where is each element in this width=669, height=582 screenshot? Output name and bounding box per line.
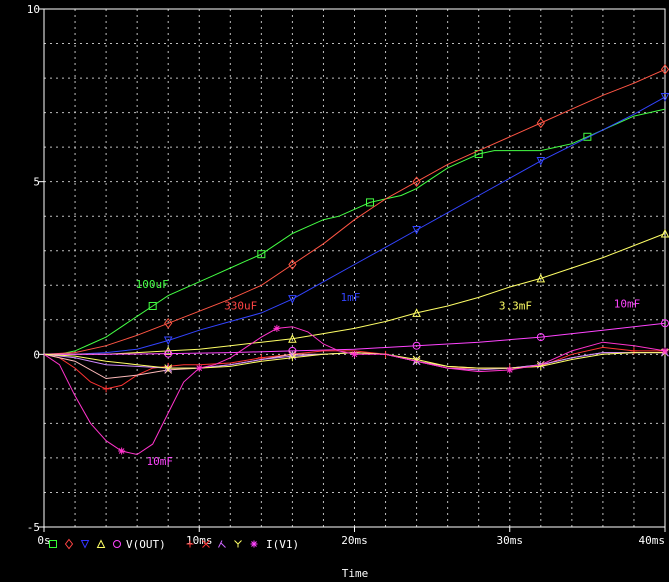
y-tick-label: 0 <box>33 348 40 361</box>
series-annotation: 3.3mF <box>499 299 532 312</box>
x-tick-label: 20ms <box>341 534 368 547</box>
legend-marker <box>250 540 258 548</box>
y-tick-label: -5 <box>27 521 40 534</box>
x-axis-label: Time <box>342 567 369 580</box>
legend-label-iv1: I(V1) <box>266 538 299 551</box>
legend-label-vout: V(OUT) <box>126 538 166 551</box>
series-annotation: 100uF <box>136 278 169 291</box>
series-annotation: 10mF <box>614 298 641 311</box>
data-point-marker <box>506 366 514 374</box>
transient-plot: 0s 10ms 20ms 30ms 40ms-50510 100uF330uF1mF3.… <box>0 0 669 582</box>
data-point-marker <box>118 447 126 455</box>
series-annotation: 330uF <box>224 299 257 312</box>
x-tick-label: 0s <box>37 534 50 547</box>
data-point-marker <box>273 324 281 332</box>
y-tick-label: 10 <box>27 3 40 16</box>
plot-background <box>0 0 669 582</box>
data-point-marker <box>195 364 203 372</box>
y-tick-label: 5 <box>33 176 40 189</box>
x-tick-label: 40ms <box>639 534 666 547</box>
series-annotation: 10mF <box>146 455 173 468</box>
series-annotation: 1mF <box>341 291 361 304</box>
x-tick-label: 30ms <box>497 534 524 547</box>
data-point-marker <box>661 347 669 355</box>
data-point-marker <box>351 350 358 358</box>
